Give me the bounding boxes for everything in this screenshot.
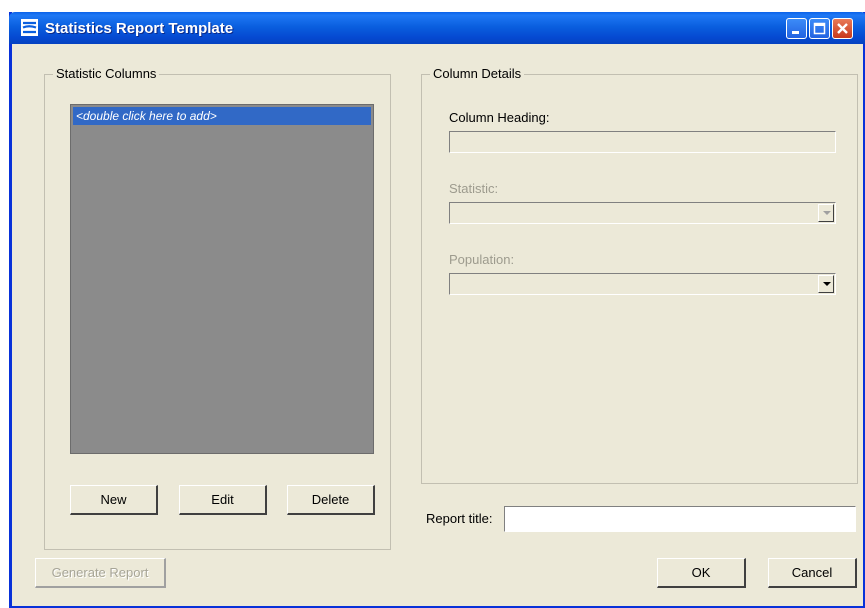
edit-button[interactable]: Edit bbox=[179, 485, 267, 515]
chevron-down-icon bbox=[823, 282, 831, 286]
close-icon bbox=[837, 23, 848, 34]
statistic-dropdown[interactable] bbox=[449, 202, 836, 224]
list-item[interactable]: <double click here to add> bbox=[73, 107, 371, 125]
population-dropdown[interactable] bbox=[449, 273, 836, 295]
chevron-down-icon bbox=[823, 211, 831, 215]
close-button[interactable] bbox=[832, 18, 853, 39]
column-details-legend: Column Details bbox=[430, 66, 525, 81]
report-title-label: Report title: bbox=[426, 511, 493, 526]
statistics-report-template-window: Statistics Report Template Statistic Col… bbox=[9, 12, 865, 608]
window-title: Statistics Report Template bbox=[45, 20, 234, 37]
minimize-icon bbox=[792, 31, 799, 34]
statistics-app-icon bbox=[21, 19, 38, 36]
statistic-dropdown-button[interactable] bbox=[818, 204, 834, 222]
cancel-button[interactable]: Cancel bbox=[768, 558, 857, 588]
new-button[interactable]: New bbox=[70, 485, 158, 515]
column-heading-field[interactable] bbox=[449, 131, 836, 153]
statistic-columns-list[interactable]: <double click here to add> bbox=[70, 104, 374, 454]
statistic-columns-legend: Statistic Columns bbox=[53, 66, 160, 81]
title-bar[interactable]: Statistics Report Template bbox=[9, 12, 865, 44]
maximize-icon bbox=[813, 22, 826, 35]
minimize-button[interactable] bbox=[786, 18, 807, 39]
delete-button[interactable]: Delete bbox=[287, 485, 375, 515]
column-heading-label: Column Heading: bbox=[449, 110, 550, 125]
statistic-label: Statistic: bbox=[449, 181, 499, 196]
report-title-input[interactable] bbox=[504, 506, 856, 532]
population-label: Population: bbox=[449, 252, 515, 267]
population-dropdown-button[interactable] bbox=[818, 275, 834, 293]
ok-button[interactable]: OK bbox=[657, 558, 746, 588]
generate-report-button: Generate Report bbox=[35, 558, 166, 588]
maximize-button[interactable] bbox=[809, 18, 830, 39]
